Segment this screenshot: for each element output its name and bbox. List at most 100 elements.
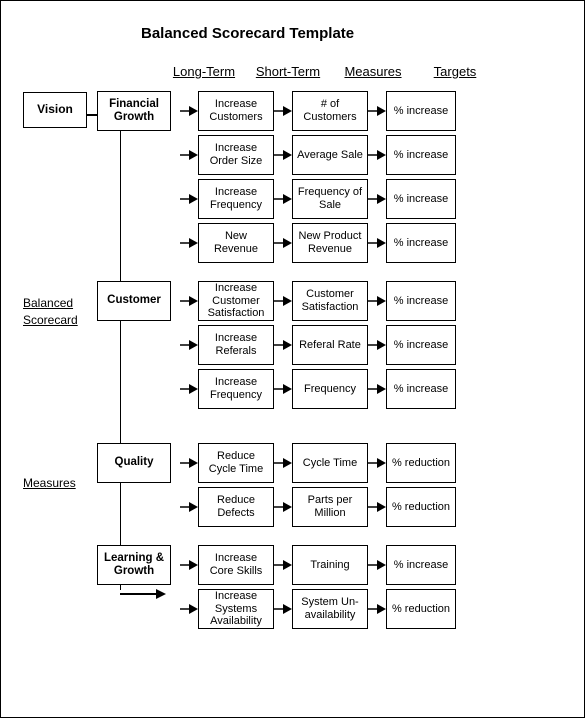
arrow-icon — [180, 238, 198, 248]
arrow-icon — [180, 194, 198, 204]
diagram-grid: Long-Term Short-Term Measures Targets Vi… — [23, 64, 562, 633]
target-box: % increase — [386, 91, 456, 131]
arrow-icon — [274, 150, 292, 160]
measure-box: Parts per Million — [292, 487, 368, 527]
side-label-balanced: Balanced — [23, 296, 73, 310]
target-box: % increase — [386, 325, 456, 365]
diagram-row: Increase Core Skills Training % increase — [180, 545, 456, 585]
short-term-box: Reduce Cycle Time — [198, 443, 274, 483]
col-header-longterm: Long-Term — [167, 64, 241, 85]
measure-box: # of Customers — [292, 91, 368, 131]
measure-box: New Product Revenue — [292, 223, 368, 263]
target-box: % reduction — [386, 443, 456, 483]
long-term-box: Customer — [97, 281, 171, 321]
diagram-row: New Revenue New Product Revenue % increase — [180, 223, 456, 263]
short-term-box: Increase Referals — [198, 325, 274, 365]
rows-column: Increase Customers # of Customers % increa… — [180, 91, 456, 267]
target-box: % reduction — [386, 589, 456, 629]
rows-column: Reduce Cycle TimeCycle Time% reductionRe… — [180, 443, 456, 531]
arrow-icon — [274, 458, 292, 468]
section: Learning & Growth Increase Core Skills Tra… — [23, 545, 562, 633]
col-header-shortterm: Short-Term — [250, 64, 326, 85]
section: Financial Growth Increase Customers # of C… — [23, 91, 562, 267]
arrow-icon — [274, 296, 292, 306]
diagram-title: Balanced Scorecard Template — [141, 25, 562, 42]
arrow-icon — [180, 560, 198, 570]
sections-container: Financial Growth Increase Customers # of C… — [23, 91, 562, 633]
diagram-row: Reduce Cycle Time Cycle Time % reduction — [180, 443, 456, 483]
short-term-box: Increase Customer Satisfaction — [198, 281, 274, 321]
diagram-row: Increase Frequency Frequency of Sale % inc… — [180, 179, 456, 219]
arrow-icon — [180, 340, 198, 350]
measure-box: Customer Satisfaction — [292, 281, 368, 321]
arrow-icon — [368, 560, 386, 570]
diagram-row: Increase FrequencyFrequency% increase — [180, 369, 456, 409]
arrow-icon — [274, 384, 292, 394]
arrow-icon — [274, 340, 292, 350]
short-term-box: Increase Frequency — [198, 369, 274, 409]
short-term-box: Increase Systems Availability — [198, 589, 274, 629]
arrow-icon — [180, 458, 198, 468]
short-term-box: Reduce Defects — [198, 487, 274, 527]
arrow-icon — [180, 502, 198, 512]
short-term-box: Increase Frequency — [198, 179, 274, 219]
target-box: % reduction — [386, 487, 456, 527]
measure-box: Frequency of Sale — [292, 179, 368, 219]
arrow-icon — [274, 238, 292, 248]
long-term-box: Financial Growth — [97, 91, 171, 131]
target-box: % increase — [386, 135, 456, 175]
arrow-icon — [368, 458, 386, 468]
arrow-icon — [180, 150, 198, 160]
col-header-measures: Measures — [335, 64, 411, 85]
connector-arrow — [120, 589, 166, 599]
long-term-box: Learning & Growth — [97, 545, 171, 585]
arrow-icon — [368, 106, 386, 116]
short-term-box: Increase Core Skills — [198, 545, 274, 585]
section: Customer Increase Customer Satisfaction Cu… — [23, 281, 562, 413]
long-term-column: Financial Growth — [97, 91, 171, 267]
measure-box: Frequency — [292, 369, 368, 409]
arrow-icon — [368, 604, 386, 614]
vision-box: Vision — [23, 92, 87, 128]
target-box: % increase — [386, 281, 456, 321]
short-term-box: Increase Order Size — [198, 135, 274, 175]
diagram-row: Increase Customers # of Customers % increa… — [180, 91, 456, 131]
arrow-icon — [368, 150, 386, 160]
arrow-icon — [274, 106, 292, 116]
diagram-row: Increase ReferalsReferal Rate% increase — [180, 325, 456, 365]
diagram-row: Increase Order Size Average Sale % increas… — [180, 135, 456, 175]
measure-box: Cycle Time — [292, 443, 368, 483]
arrow-icon — [180, 296, 198, 306]
arrow-icon — [274, 194, 292, 204]
arrow-icon — [274, 604, 292, 614]
column-headers: Long-Term Short-Term Measures Targets — [167, 64, 562, 85]
diagram-row: Reduce Defects Parts per Million % reducti… — [180, 487, 456, 527]
arrow-icon — [368, 296, 386, 306]
section: Quality Reduce Cycle Time Cycle Time % redu… — [23, 443, 562, 531]
measure-box: Average Sale — [292, 135, 368, 175]
short-term-box: New Revenue — [198, 223, 274, 263]
target-box: % increase — [386, 223, 456, 263]
arrow-icon — [180, 384, 198, 394]
side-label-scorecard: Scorecard — [23, 313, 78, 327]
arrow-icon — [274, 502, 292, 512]
connector-vertical — [120, 110, 121, 590]
arrow-icon — [368, 340, 386, 350]
rows-column: Increase Customer Satisfaction Customer S… — [180, 281, 456, 413]
diagram-row: Increase Systems Availability System Un-a… — [180, 589, 456, 629]
arrow-icon — [368, 502, 386, 512]
diagram-row: Increase Customer Satisfaction Customer S… — [180, 281, 456, 321]
col-header-targets: Targets — [420, 64, 490, 85]
arrow-icon — [274, 560, 292, 570]
long-term-column: Customer — [97, 281, 171, 413]
arrow-icon — [368, 384, 386, 394]
measure-box: Training — [292, 545, 368, 585]
arrow-icon — [180, 604, 198, 614]
target-box: % increase — [386, 179, 456, 219]
arrow-icon — [368, 194, 386, 204]
short-term-box: Increase Customers — [198, 91, 274, 131]
target-box: % increase — [386, 545, 456, 585]
rows-column: Increase Core SkillsTraining% increaseIn… — [180, 545, 456, 633]
measure-box: System Un-availability — [292, 589, 368, 629]
long-term-box: Quality — [97, 443, 171, 483]
